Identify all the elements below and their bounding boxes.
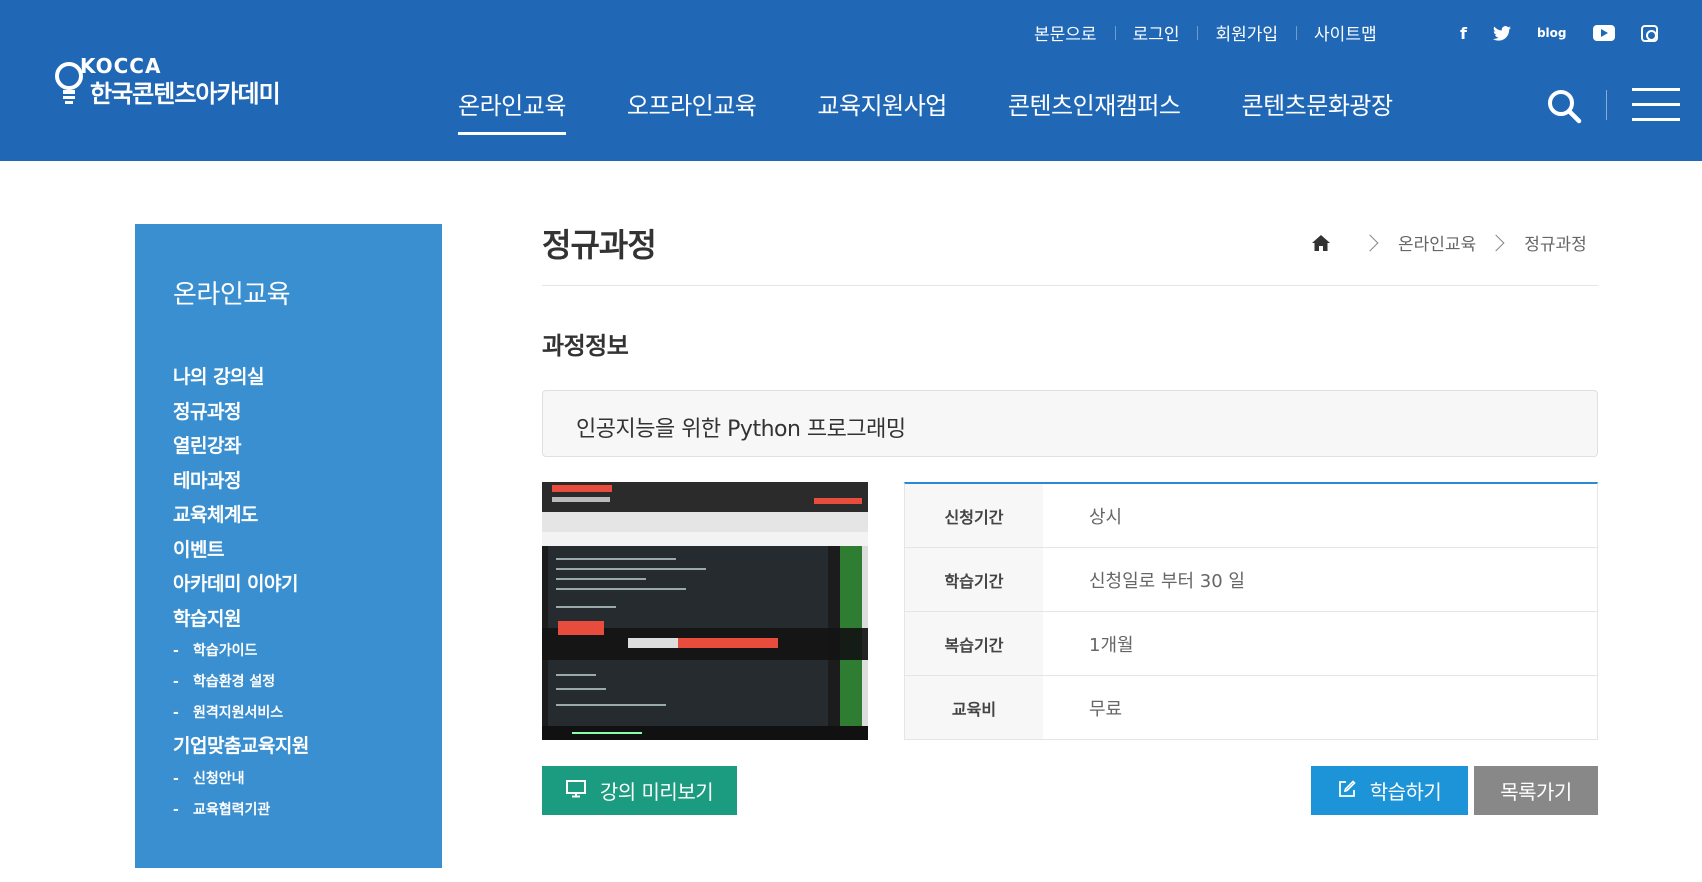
info-row: 학습기간 신청일로 부터 30 일 xyxy=(905,548,1597,612)
sidebar-title: 온라인교육 xyxy=(173,280,291,310)
twitter-icon[interactable] xyxy=(1492,22,1511,44)
gnb-culture-plaza[interactable]: 콘텐츠문화광장 xyxy=(1242,86,1394,135)
chevron-right-icon xyxy=(1487,234,1505,251)
course-name: 인공지능을 위한 Python 프로그래밍 xyxy=(576,417,906,442)
breadcrumb: 온라인교육 정규과정 xyxy=(1312,230,1587,255)
sidebar-item-my-classroom[interactable]: 나의 강의실 xyxy=(173,360,309,395)
gnb-offline-education[interactable]: 오프라인교육 xyxy=(627,86,757,135)
global-nav: 온라인교육 오프라인교육 교육지원사업 콘텐츠인재캠퍼스 콘텐츠문화광장 xyxy=(458,86,1454,135)
back-to-list-button[interactable]: 목록가기 xyxy=(1474,766,1598,815)
course-name-box: 인공지능을 위한 Python 프로그래밍 xyxy=(542,390,1598,457)
sidebar: 온라인교육 나의 강의실 정규과정 열린강좌 테마과정 교육체계도 이벤트 아카… xyxy=(135,224,443,868)
title-divider xyxy=(542,285,1598,286)
course-thumbnail[interactable] xyxy=(542,482,868,740)
sidebar-subitem-label: 학습환경 설정 xyxy=(193,674,276,690)
sidebar-item-education-system[interactable]: 교육체계도 xyxy=(173,498,309,533)
util-link-sitemap[interactable]: 사이트맵 xyxy=(1296,20,1395,45)
blog-link[interactable]: blog xyxy=(1537,22,1567,44)
sidebar-notch xyxy=(442,224,443,360)
page-title: 정규과정 xyxy=(542,226,657,264)
logo-korean-name: 한국콘텐츠아카데미 xyxy=(90,80,281,108)
sidebar-subitem-label: 신청안내 xyxy=(193,770,245,787)
info-value: 1개월 xyxy=(1089,634,1134,656)
sidebar-subitem-application-guide[interactable]: - 신청안내 xyxy=(173,764,309,795)
info-value: 상시 xyxy=(1089,506,1123,528)
hamburger-menu-icon[interactable] xyxy=(1632,88,1680,122)
info-row: 신청기간 상시 xyxy=(905,484,1597,548)
info-label: 교육비 xyxy=(905,676,1043,739)
preview-button-label: 강의 미리보기 xyxy=(599,780,714,804)
sidebar-subitem-remote-support[interactable]: - 원격지원서비스 xyxy=(173,698,309,729)
facebook-icon[interactable]: f xyxy=(1460,22,1467,44)
header-divider xyxy=(1606,90,1607,120)
learn-button-label: 학습하기 xyxy=(1369,780,1442,804)
info-label: 복습기간 xyxy=(905,612,1043,675)
start-learning-button[interactable]: 학습하기 xyxy=(1311,766,1468,815)
sidebar-item-corporate-training[interactable]: 기업맞춤교육지원 xyxy=(173,729,309,764)
sidebar-subitem-label: 학습가이드 xyxy=(193,643,258,659)
search-icon[interactable] xyxy=(1544,86,1584,126)
sidebar-menu: 나의 강의실 정규과정 열린강좌 테마과정 교육체계도 이벤트 아카데미 이야기… xyxy=(173,360,309,826)
breadcrumb-online-education[interactable]: 온라인교육 xyxy=(1398,230,1476,255)
sidebar-subitem-label: 원격지원서비스 xyxy=(193,705,284,721)
kocca-logo[interactable]: KOCCA 한국콘텐츠아카데미 xyxy=(54,52,314,112)
gnb-talent-campus[interactable]: 콘텐츠인재캠퍼스 xyxy=(1008,86,1181,135)
sidebar-subitem-label: 교육협력기관 xyxy=(193,801,271,818)
util-link-login[interactable]: 로그인 xyxy=(1114,20,1198,45)
sidebar-item-learning-support[interactable]: 학습지원 xyxy=(173,602,309,637)
info-value: 신청일로 부터 30 일 xyxy=(1089,570,1245,592)
chevron-right-icon xyxy=(1361,234,1379,251)
course-info-table: 신청기간 상시 학습기간 신청일로 부터 30 일 복습기간 1개월 교육비 무… xyxy=(904,482,1598,740)
gnb-online-education[interactable]: 온라인교육 xyxy=(458,86,566,135)
sidebar-subitem-partner-institutions[interactable]: - 교육협력기관 xyxy=(173,795,309,826)
sidebar-subitem-environment-setup[interactable]: - 학습환경 설정 xyxy=(173,667,309,698)
info-row: 복습기간 1개월 xyxy=(905,612,1597,676)
site-header: KOCCA 한국콘텐츠아카데미 본문으로 로그인 회원가입 사이트맵 f blo… xyxy=(0,0,1702,161)
sidebar-subitem-learning-guide[interactable]: - 학습가이드 xyxy=(173,636,309,667)
utility-nav: 본문으로 로그인 회원가입 사이트맵 xyxy=(1016,20,1395,45)
info-row: 교육비 무료 xyxy=(905,676,1597,740)
instagram-icon[interactable] xyxy=(1640,24,1658,42)
info-value: 무료 xyxy=(1089,698,1123,720)
breadcrumb-regular-course[interactable]: 정규과정 xyxy=(1524,230,1587,255)
util-link-signup[interactable]: 회원가입 xyxy=(1197,20,1296,45)
edit-icon xyxy=(1338,779,1356,803)
info-label: 신청기간 xyxy=(905,484,1043,547)
gnb-education-support[interactable]: 교육지원사업 xyxy=(817,86,947,135)
info-label: 학습기간 xyxy=(905,548,1043,611)
youtube-icon[interactable] xyxy=(1592,25,1615,41)
home-icon[interactable] xyxy=(1312,234,1330,251)
sidebar-item-regular-course[interactable]: 정규과정 xyxy=(173,395,309,430)
sidebar-item-open-lecture[interactable]: 열린강좌 xyxy=(173,429,309,464)
section-title: 과정정보 xyxy=(542,332,629,360)
sidebar-item-theme-course[interactable]: 테마과정 xyxy=(173,464,309,499)
util-link-skip[interactable]: 본문으로 xyxy=(1016,20,1115,45)
sidebar-item-event[interactable]: 이벤트 xyxy=(173,533,309,568)
monitor-icon xyxy=(565,779,586,803)
sns-links: f blog xyxy=(1460,22,1658,44)
lecture-preview-button[interactable]: 강의 미리보기 xyxy=(542,766,737,815)
sidebar-item-academy-story[interactable]: 아카데미 이야기 xyxy=(173,567,309,602)
